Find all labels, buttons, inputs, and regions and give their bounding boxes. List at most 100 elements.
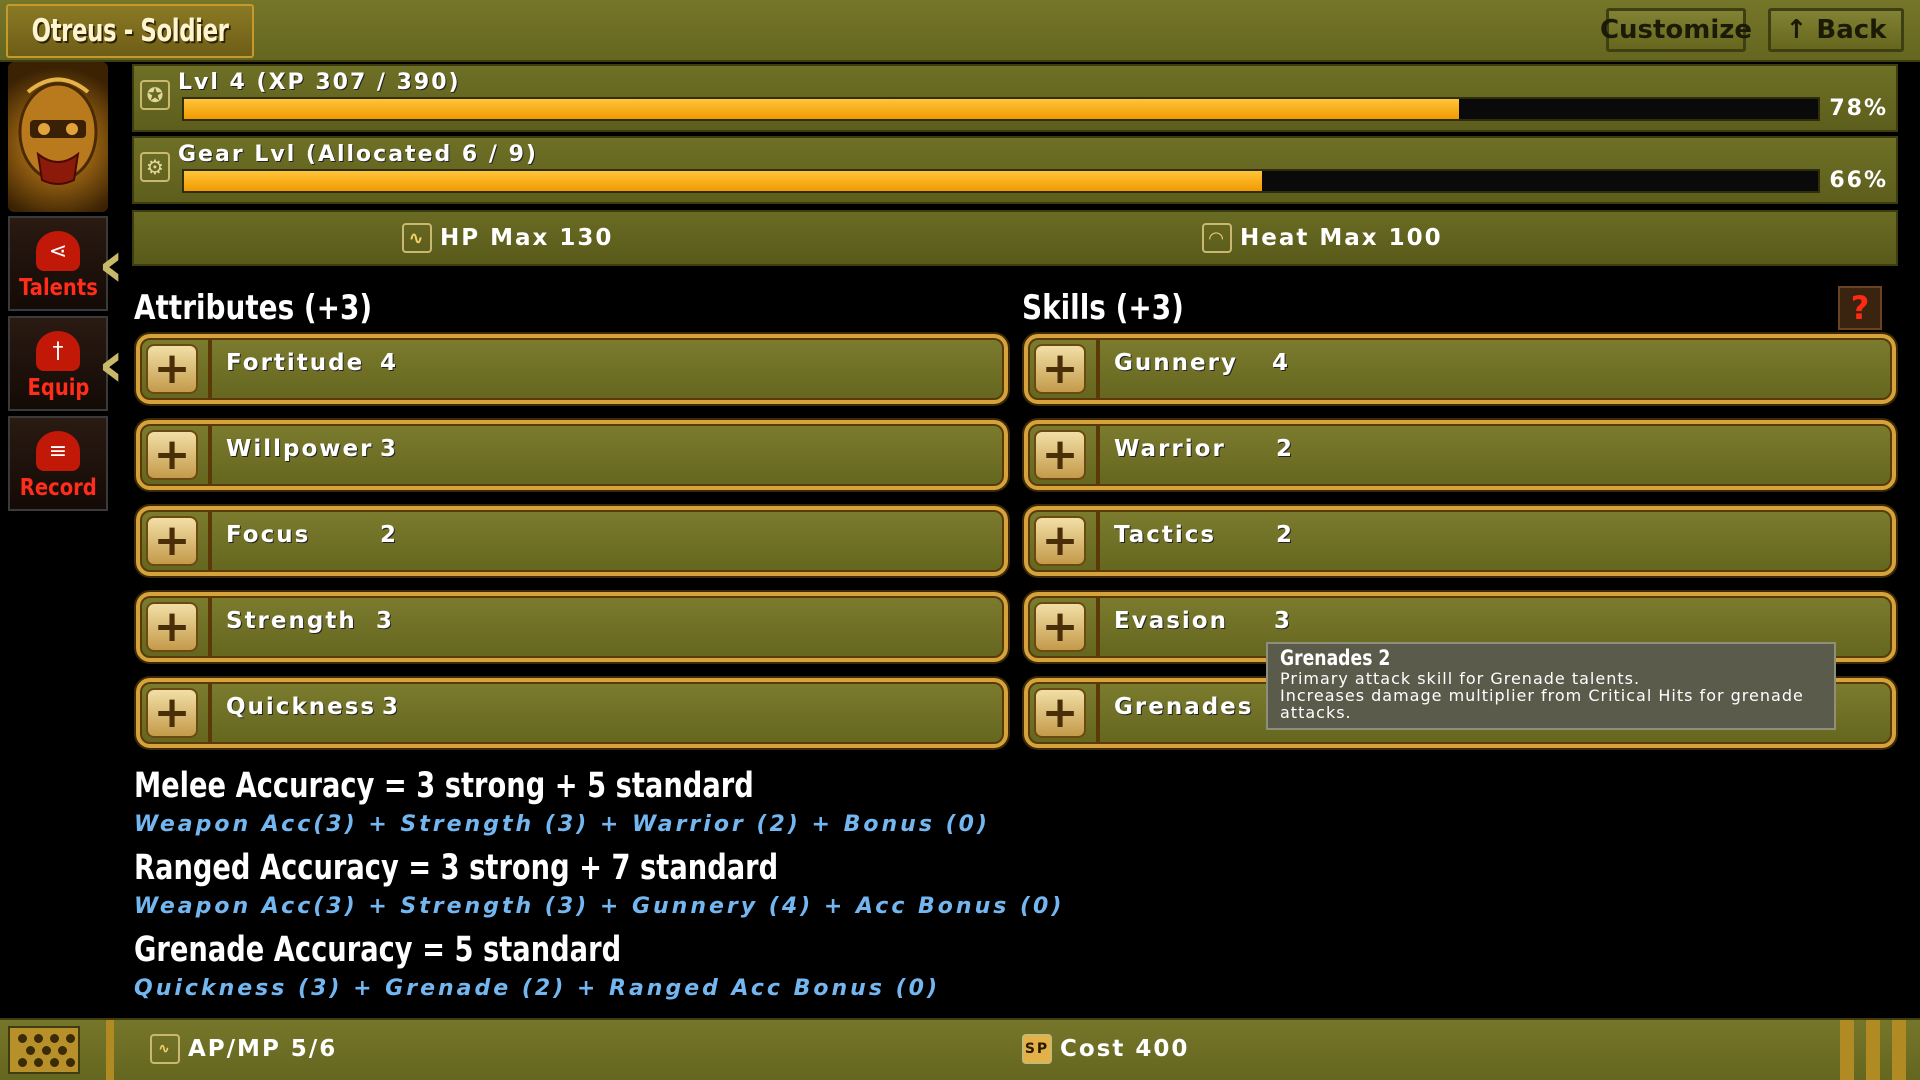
divider [1892,1020,1906,1080]
melee-accuracy-detail: Weapon Acc(3) + Strength (3) + Warrior (… [134,812,990,837]
tooltip-line: attacks. [1280,703,1352,722]
gear-label: Gear Lvl (Allocated 6 / 9) [178,142,538,167]
gear-bar-fill [184,171,1263,191]
plus-button[interactable]: + [1034,430,1086,480]
divider [1840,1020,1854,1080]
attribute-name: Strength [226,608,357,634]
plus-button[interactable]: + [1034,344,1086,394]
skill-value: 2 [1276,522,1293,548]
skill-name: Evasion [1114,608,1228,634]
attribute-name: Focus [226,522,311,548]
sp-icon: SP [1022,1034,1052,1064]
sidebar-item-talents[interactable]: ⋖ Talents [8,216,108,311]
skill-tooltip: Grenades 2 Primary attack skill for Gren… [1266,642,1836,730]
heat-max-text: Heat Max 100 [1240,225,1443,251]
help-button[interactable]: ? [1838,286,1882,330]
gear-panel: ⚙ Gear Lvl (Allocated 6 / 9) 66% [132,136,1898,204]
plus-button[interactable]: + [146,516,198,566]
chevron-left-icon: ‹ [98,328,125,402]
back-button[interactable]: ↑ Back [1768,8,1904,52]
skill-name: Tactics [1114,522,1217,548]
sidebar-item-equip[interactable]: † Equip [8,316,108,411]
stat-strip: ∿ HP Max 130 ◠ Heat Max 100 [132,210,1898,266]
level-panel: ✪ Lvl 4 (XP 307 / 390) 78% [132,64,1898,132]
heartbeat-icon: ∿ [402,223,432,253]
character-portrait[interactable] [8,62,108,212]
ranged-accuracy-title: Ranged Accuracy = 3 strong + 7 standard [134,848,779,888]
plus-button[interactable]: + [146,430,198,480]
top-bar: Otreus - Soldier Customize ↑ Back [0,0,1920,62]
plus-button[interactable]: + [146,344,198,394]
heat-icon: ◠ [1202,223,1232,253]
hp-max-text: HP Max 130 [440,225,614,251]
sidebar-item-record[interactable]: ≡ Record [8,416,108,511]
medal-icon: ✪ [140,80,170,110]
attributes-header: Attributes (+3) [134,288,373,328]
level-label: Lvl 4 (XP 307 / 390) [178,70,461,95]
grid-menu-icon[interactable] [8,1026,80,1074]
melee-accuracy-title: Melee Accuracy = 3 strong + 5 standard [134,766,754,806]
sidebar-item-label: Equip [27,375,89,401]
attribute-row-fortitude: + Fortitude 4 [136,334,1008,404]
attribute-value: 3 [380,436,397,462]
skill-row-gunnery: + Gunnery 4 [1024,334,1896,404]
attribute-row-focus: + Focus 2 [136,506,1008,576]
gear-icon: ⚙ [140,152,170,182]
xp-bar [182,97,1820,121]
skill-value: 3 [1274,608,1291,634]
plus-button[interactable]: + [146,602,198,652]
attribute-name: Quickness [226,694,377,720]
plus-button[interactable]: + [146,688,198,738]
bottom-bar: ∿ AP/MP 5/6 SP Cost 400 [0,1018,1920,1080]
character-title-text: Otreus - Soldier [31,13,229,49]
ap-mp-text: AP/MP 5/6 [188,1036,338,1062]
plus-button[interactable]: + [1034,516,1086,566]
attribute-name: Fortitude [226,350,365,376]
hp-max-stat: ∿ HP Max 130 [402,223,613,253]
grenade-accuracy-title: Grenade Accuracy = 5 standard [134,930,622,970]
soldier-portrait-icon [18,77,98,185]
cost-stat: SP Cost 400 [1022,1034,1189,1064]
xp-percent: 78% [1829,96,1888,121]
customize-button[interactable]: Customize [1600,8,1752,52]
plus-button[interactable]: + [1034,602,1086,652]
gear-bar [182,169,1820,193]
skill-value: 4 [1272,350,1289,376]
xp-bar-fill [184,99,1459,119]
sidebar-item-label: Record [19,475,97,501]
skills-header: Skills (+3) [1022,288,1184,328]
skill-name: Grenades [1114,694,1254,720]
heartbeat-icon: ∿ [150,1034,180,1064]
ranged-accuracy-detail: Weapon Acc(3) + Strength (3) + Gunnery (… [134,894,1065,919]
skill-name: Gunnery [1114,350,1238,376]
attribute-name: Willpower [226,436,374,462]
skill-row-warrior: + Warrior 2 [1024,420,1896,490]
skill-name: Warrior [1114,436,1226,462]
attribute-row-quickness: + Quickness 3 [136,678,1008,748]
document-icon: ≡ [36,431,80,471]
attribute-value: 3 [376,608,393,634]
chevron-left-icon: ‹ [98,228,125,302]
gear-percent: 66% [1829,168,1888,193]
attribute-value: 3 [382,694,399,720]
heat-max-stat: ◠ Heat Max 100 [1202,223,1443,253]
character-title: Otreus - Soldier [6,4,254,58]
skill-value: 2 [1276,436,1293,462]
attribute-row-strength: + Strength 3 [136,592,1008,662]
sidebar-item-label: Talents [18,275,98,301]
attribute-value: 2 [380,522,397,548]
sword-icon: † [36,331,80,371]
cost-text: Cost 400 [1060,1036,1190,1062]
tooltip-title: Grenades 2 [1280,646,1391,670]
grenade-accuracy-detail: Quickness (3) + Grenade (2) + Ranged Acc… [134,976,941,1001]
share-icon: ⋖ [36,231,80,271]
attribute-row-willpower: + Willpower 3 [136,420,1008,490]
divider [106,1020,114,1080]
attribute-value: 4 [380,350,397,376]
plus-button[interactable]: + [1034,688,1086,738]
tooltip-line: Primary attack skill for Grenade talents… [1280,669,1641,688]
divider [1866,1020,1880,1080]
skill-row-tactics: + Tactics 2 [1024,506,1896,576]
tooltip-line: Increases damage multiplier from Critica… [1280,686,1804,705]
ap-mp-stat: ∿ AP/MP 5/6 [150,1034,337,1064]
